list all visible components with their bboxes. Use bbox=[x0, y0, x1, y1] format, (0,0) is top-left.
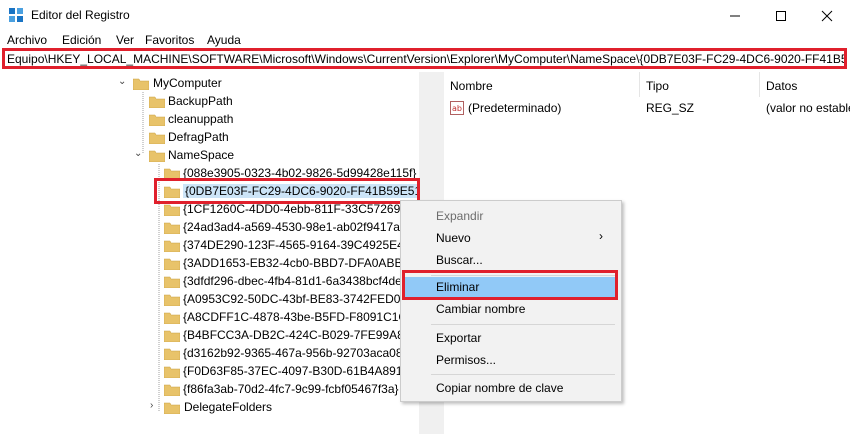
column-nombre[interactable]: Nombre bbox=[444, 72, 640, 97]
folder-icon bbox=[149, 96, 165, 108]
context-menu: Expandir Nuevo › Buscar... Eliminar Camb… bbox=[400, 200, 622, 402]
folder-icon bbox=[164, 276, 180, 288]
window-title: Editor del Registro bbox=[31, 8, 130, 22]
folder-icon bbox=[164, 312, 180, 324]
menu-item-cambiar-nombre[interactable]: Cambiar nombre bbox=[405, 299, 615, 321]
folder-icon bbox=[164, 366, 180, 378]
close-icon bbox=[821, 10, 833, 21]
folder-icon bbox=[164, 204, 180, 216]
folder-icon bbox=[149, 132, 165, 144]
menu-favoritos[interactable]: Favoritos bbox=[145, 33, 194, 47]
menu-separator bbox=[431, 324, 615, 325]
submenu-arrow-icon: › bbox=[599, 229, 603, 243]
minimize-icon bbox=[730, 15, 740, 16]
menu-item-exportar[interactable]: Exportar bbox=[405, 328, 615, 350]
menu-bar: Archivo Edición Ver Favoritos Ayuda bbox=[0, 31, 850, 49]
folder-icon bbox=[149, 150, 165, 162]
registry-editor-icon bbox=[9, 8, 23, 22]
folder-icon bbox=[164, 348, 180, 360]
menu-item-permisos[interactable]: Permisos... bbox=[405, 350, 615, 372]
column-datos[interactable]: Datos bbox=[760, 72, 850, 97]
close-button[interactable] bbox=[804, 0, 850, 31]
folder-icon bbox=[149, 114, 165, 126]
folder-icon bbox=[133, 78, 149, 90]
menu-item-copiar-nombre[interactable]: Copiar nombre de clave bbox=[405, 378, 615, 400]
maximize-icon bbox=[776, 10, 786, 21]
collapse-icon[interactable]: ⌄ bbox=[118, 76, 126, 87]
folder-icon bbox=[164, 384, 180, 396]
folder-icon bbox=[164, 330, 180, 342]
svg-text:ab: ab bbox=[452, 104, 462, 113]
menu-archivo[interactable]: Archivo bbox=[7, 33, 47, 47]
menu-ayuda[interactable]: Ayuda bbox=[207, 33, 241, 47]
selected-key-highlight bbox=[154, 178, 420, 204]
column-tipo[interactable]: Tipo bbox=[640, 72, 760, 97]
menu-item-buscar[interactable]: Buscar... bbox=[405, 250, 615, 272]
folder-icon bbox=[164, 258, 180, 270]
maximize-button[interactable] bbox=[758, 0, 804, 31]
title-bar: Editor del Registro bbox=[0, 0, 850, 31]
menu-item-nuevo[interactable]: Nuevo › bbox=[405, 228, 615, 250]
menu-ver[interactable]: Ver bbox=[116, 33, 134, 47]
folder-icon bbox=[164, 294, 180, 306]
eliminar-highlight bbox=[402, 270, 618, 300]
address-bar[interactable]: Equipo\HKEY_LOCAL_MACHINE\SOFTWARE\Micro… bbox=[2, 48, 847, 69]
expand-icon[interactable]: › bbox=[150, 400, 153, 411]
string-value-icon: ab bbox=[450, 101, 464, 115]
menu-edicion[interactable]: Edición bbox=[62, 33, 101, 47]
collapse-icon[interactable]: ⌄ bbox=[134, 148, 142, 159]
menu-item-expandir[interactable]: Expandir bbox=[405, 206, 615, 228]
folder-icon bbox=[164, 402, 180, 414]
folder-icon bbox=[164, 240, 180, 252]
menu-separator bbox=[431, 374, 615, 375]
value-row[interactable]: ab (Predeterminado) REG_SZ (valor no est… bbox=[450, 98, 850, 118]
folder-icon bbox=[164, 222, 180, 234]
address-path: Equipo\HKEY_LOCAL_MACHINE\SOFTWARE\Micro… bbox=[7, 52, 847, 66]
minimize-button[interactable] bbox=[712, 0, 758, 31]
tree-pane[interactable]: ⌄ MyComputer BackupPath cleanuppath Defr… bbox=[0, 72, 436, 434]
tree-lines bbox=[142, 92, 160, 412]
